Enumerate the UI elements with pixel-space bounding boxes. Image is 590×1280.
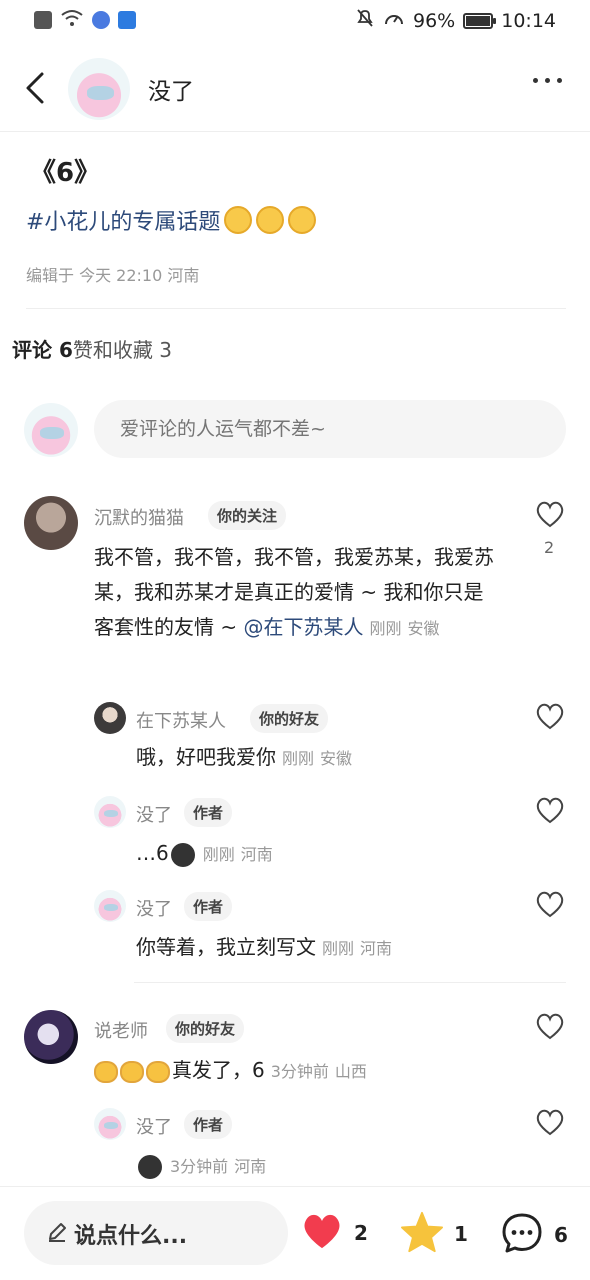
comment-time: 刚刚	[322, 939, 355, 958]
comment-location: 河南	[234, 1157, 267, 1176]
divider	[134, 982, 566, 983]
author-badge: 作者	[184, 1110, 233, 1139]
author-name[interactable]: 没了	[148, 72, 194, 106]
comment-location: 河南	[240, 845, 273, 864]
commenter-name[interactable]: 没了	[136, 1113, 172, 1139]
divider	[26, 308, 566, 309]
likes-collect-label[interactable]: 赞和收藏 3	[73, 334, 172, 363]
comment-time: 3分钟前	[270, 1062, 329, 1081]
like-count: 2	[544, 538, 555, 557]
relation-badge: 你的好友	[250, 704, 329, 733]
comment-text: 真发了，6 3分钟前 山西	[94, 1053, 367, 1089]
status-right-icons: 96% 10:14	[355, 8, 556, 33]
back-icon[interactable]	[22, 68, 52, 108]
comment-text: …6 刚刚 河南	[136, 836, 273, 872]
comment-time: 刚刚	[282, 749, 315, 768]
author-badge: 作者	[184, 892, 233, 921]
author-badge: 作者	[184, 798, 233, 827]
upside-down-face-icon	[224, 206, 253, 234]
collect-count: 1	[454, 1222, 468, 1246]
comment-location: 河南	[360, 939, 393, 958]
bottom-comment-input[interactable]: 说点什么...	[24, 1201, 288, 1265]
battery-percent: 96%	[413, 9, 456, 32]
comment-body: 哦，好吧我爱你	[136, 745, 276, 769]
dog-face-icon	[120, 1060, 144, 1083]
bottom-bar: 说点什么... 2 1 6	[0, 1186, 590, 1280]
dog-face-icon	[94, 1060, 118, 1083]
wifi-icon	[60, 9, 84, 31]
battery-icon	[463, 12, 497, 29]
comment-time: 刚刚	[369, 619, 402, 638]
heart-icon[interactable]	[535, 796, 565, 824]
avatar[interactable]	[94, 890, 126, 922]
comment-button[interactable]: 6	[500, 1211, 568, 1259]
post-title: 《6》	[30, 158, 101, 188]
comment-text: 我不管，我不管，我不管，我爱苏某，我爱苏某，我和苏某才是真正的爱情 ~ 我和你只…	[94, 540, 494, 646]
comment-location: 安徽	[407, 619, 440, 638]
avatar[interactable]	[94, 702, 126, 734]
music-app-icon	[92, 11, 110, 29]
star-filled-icon	[400, 1211, 444, 1257]
avatar[interactable]	[24, 496, 78, 550]
mute-icon	[355, 8, 375, 33]
avatar[interactable]	[94, 1108, 126, 1140]
comment-text: 3分钟前 河南	[136, 1148, 266, 1184]
comment-count-label: 评论 6	[12, 338, 73, 362]
commenter-name[interactable]: 在下苏某人	[136, 707, 226, 733]
collect-button[interactable]: 1	[400, 1211, 468, 1257]
comment-input[interactable]	[94, 400, 566, 458]
comment-time: 3分钟前	[170, 1157, 229, 1176]
relation-badge: 你的好友	[166, 1014, 245, 1043]
comment-text: 你等着，我立刻写文 刚刚 河南	[136, 930, 392, 966]
heart-icon[interactable]	[535, 1012, 565, 1040]
commenter-name[interactable]: 没了	[136, 801, 172, 827]
author-avatar[interactable]	[68, 58, 130, 120]
my-avatar	[24, 403, 78, 457]
comment-location: 山西	[334, 1062, 367, 1081]
upside-down-face-icon	[256, 206, 285, 234]
bottom-input-label[interactable]: 说点什么...	[74, 1218, 187, 1250]
comment-count: 6	[554, 1223, 568, 1247]
speedometer-icon	[383, 8, 405, 33]
relation-badge: 你的关注	[208, 501, 287, 530]
commenter-name[interactable]: 沉默的猫猫	[94, 504, 184, 530]
like-count: 2	[354, 1221, 368, 1245]
shield-app-icon	[118, 11, 136, 29]
post-tag[interactable]: #小花儿的专属话题	[26, 204, 317, 236]
comment-time: 刚刚	[202, 845, 235, 864]
chat-bubble-icon	[500, 1211, 544, 1259]
comment-input-row	[24, 400, 566, 460]
alert-icon	[34, 11, 52, 29]
like-button[interactable]: 2	[300, 1211, 368, 1255]
clock: 10:14	[501, 9, 556, 32]
heart-icon[interactable]	[535, 1108, 565, 1136]
comment-body: 你等着，我立刻写文	[136, 935, 316, 959]
heart-filled-icon	[300, 1211, 344, 1255]
pencil-icon	[46, 1221, 68, 1243]
comment-body: 真发了，6	[172, 1058, 265, 1082]
stats-bar: 评论 6 赞和收藏 3	[12, 334, 172, 363]
heart-icon[interactable]	[535, 500, 565, 528]
status-bar: 96% 10:14	[0, 0, 590, 40]
dark-moon-face-icon	[170, 842, 195, 867]
dark-moon-face-icon	[138, 1154, 162, 1179]
status-left-icons	[34, 9, 136, 31]
commenter-name[interactable]: 说老师	[94, 1017, 148, 1043]
avatar[interactable]	[94, 796, 126, 828]
post-meta: 编辑于 今天 22:10 河南	[26, 266, 200, 285]
upside-down-face-icon	[288, 206, 317, 234]
commenter-name[interactable]: 没了	[136, 895, 172, 921]
mention-link[interactable]: @在下苏某人	[243, 615, 363, 639]
heart-icon[interactable]	[535, 702, 565, 730]
comment-text: 哦，好吧我爱你 刚刚 安徽	[136, 740, 352, 776]
topic-tag-text[interactable]: #小花儿的专属话题	[26, 204, 220, 236]
more-icon[interactable]	[533, 78, 562, 83]
header: 没了	[0, 48, 590, 132]
comment-body: …6	[136, 841, 169, 865]
avatar[interactable]	[24, 1010, 78, 1064]
heart-icon[interactable]	[535, 890, 565, 918]
dog-face-icon	[146, 1060, 170, 1083]
comment-location: 安徽	[320, 749, 353, 768]
